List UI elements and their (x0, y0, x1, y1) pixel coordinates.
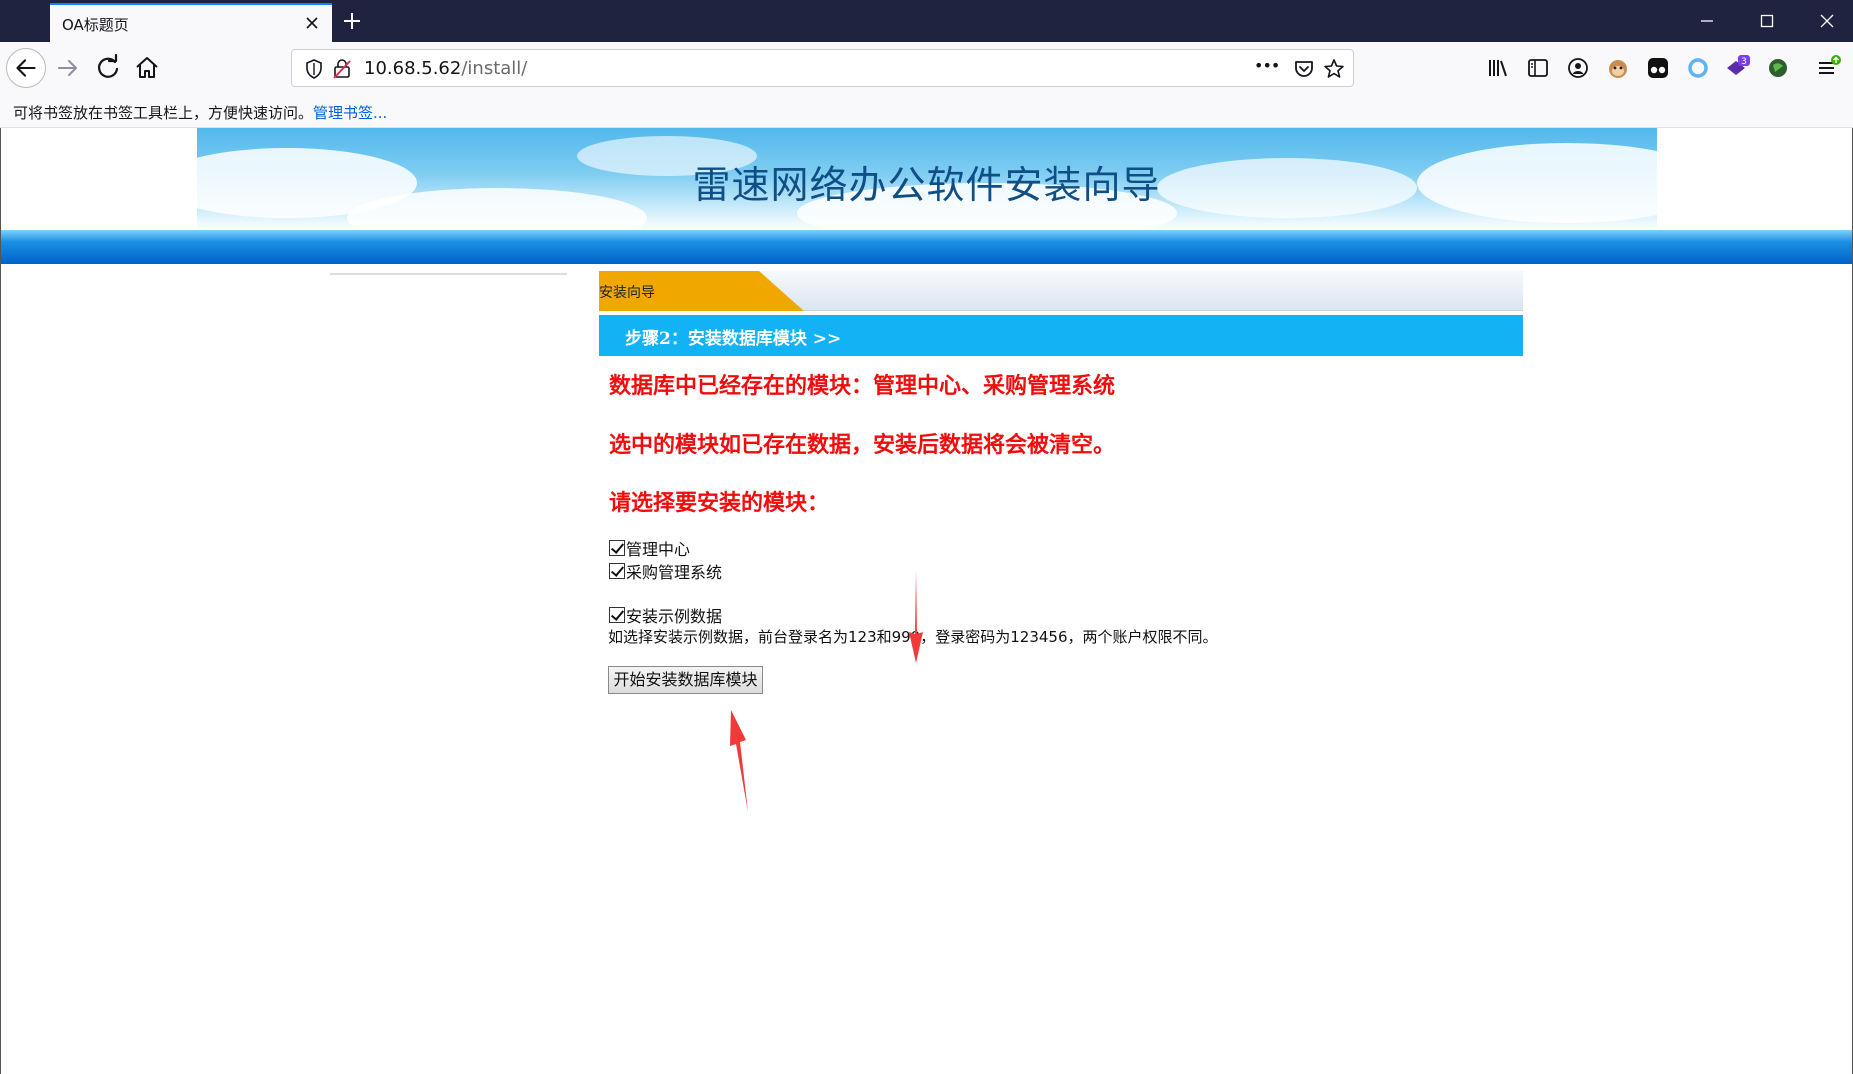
module-checkbox-procurement[interactable] (609, 563, 625, 579)
sample-data-checkbox[interactable] (609, 607, 625, 623)
url-path: /install/ (461, 58, 528, 79)
back-button[interactable] (6, 48, 46, 88)
step-title-bar: 步骤2：安装数据库模块 >> (599, 315, 1523, 356)
page-actions-menu-icon[interactable]: ••• (1254, 56, 1280, 75)
app-menu-icon[interactable] (1814, 54, 1842, 82)
select-modules-prompt: 请选择要安装的模块： (609, 490, 830, 516)
insecure-lock-icon[interactable] (330, 57, 354, 81)
module-checkbox-row[interactable]: 采购管理系统 (609, 559, 722, 583)
tracking-protection-shield-icon[interactable] (302, 57, 326, 81)
sample-data-checkbox-row[interactable]: 安装示例数据 (609, 603, 722, 627)
account-icon[interactable] (1564, 54, 1592, 82)
module-label: 管理中心 (626, 540, 691, 559)
manage-bookmarks-link[interactable]: 管理书签... (313, 104, 387, 122)
annotation-arrow-down (909, 570, 923, 663)
tab-title: OA标题页 (62, 16, 129, 34)
home-icon[interactable] (131, 52, 163, 84)
annotation-arrow-up (730, 710, 748, 812)
new-tab-icon[interactable] (338, 7, 366, 35)
bookmarks-hint-text: 可将书签放在书签工具栏上，方便快速访问。 (13, 104, 314, 122)
forward-button[interactable] (52, 52, 84, 84)
close-tab-icon[interactable] (302, 13, 322, 33)
bookmarks-toolbar-hint: 可将书签放在书签工具栏上，方便快速访问。管理书签... (13, 102, 387, 123)
minimize-icon[interactable] (1692, 6, 1722, 36)
bookmarks-toolbar: 可将书签放在书签工具栏上，方便快速访问。管理书签... (0, 94, 1853, 128)
banner-title: 雷速网络办公软件安装向导 (692, 163, 1161, 207)
header-banner: 雷速网络办公软件安装向导 (1, 128, 1852, 230)
step-title: 步骤2：安装数据库模块 >> (625, 329, 842, 349)
browser-titlebar: OA标题页 (0, 0, 1853, 42)
monkey-extension-icon[interactable] (1604, 54, 1632, 82)
sample-data-label: 安装示例数据 (626, 607, 723, 626)
browser-tab[interactable]: OA标题页 (50, 3, 332, 42)
close-window-icon[interactable] (1812, 6, 1842, 36)
data-clear-warning: 选中的模块如已存在数据，安装后数据将会被清空。 (609, 432, 1116, 458)
pocket-icon[interactable] (1292, 57, 1316, 81)
tampermonkey-icon[interactable] (1644, 54, 1672, 82)
module-checkbox-management-center[interactable] (609, 540, 625, 556)
maximize-icon[interactable] (1752, 6, 1782, 36)
url-host: 10.68.5.62 (364, 58, 462, 79)
wizard-tab-label: 安装向导 (599, 285, 655, 301)
browser-navbar: 10.68.5.62/install/ ••• 3 (0, 42, 1853, 94)
bookmark-star-icon[interactable] (1322, 57, 1346, 81)
url-text[interactable]: 10.68.5.62/install/ (364, 58, 527, 79)
wizard-header: 安装向导 (599, 271, 1523, 311)
left-column-divider (330, 273, 567, 275)
purple-extension-icon[interactable]: 3 (1724, 54, 1752, 82)
circle-extension-icon[interactable] (1684, 54, 1712, 82)
page-content: 雷速网络办公软件安装向导 安装向导 步骤2：安装数据库模块 >> 数据库中已经存… (0, 128, 1853, 1074)
module-checkbox-row[interactable]: 管理中心 (609, 536, 690, 560)
green-globe-extension-icon[interactable] (1764, 54, 1792, 82)
reload-icon[interactable] (92, 52, 124, 84)
header-blue-bar (1, 230, 1852, 264)
address-bar[interactable]: 10.68.5.62/install/ ••• (291, 49, 1354, 87)
start-install-button[interactable]: 开始安装数据库模块 (608, 666, 763, 694)
library-icon[interactable] (1484, 54, 1512, 82)
sidebar-icon[interactable] (1524, 54, 1552, 82)
existing-modules-message: 数据库中已经存在的模块：管理中心、采购管理系统 (609, 373, 1116, 399)
module-label: 采购管理系统 (626, 563, 723, 582)
extension-badge-count: 3 (1741, 57, 1747, 67)
